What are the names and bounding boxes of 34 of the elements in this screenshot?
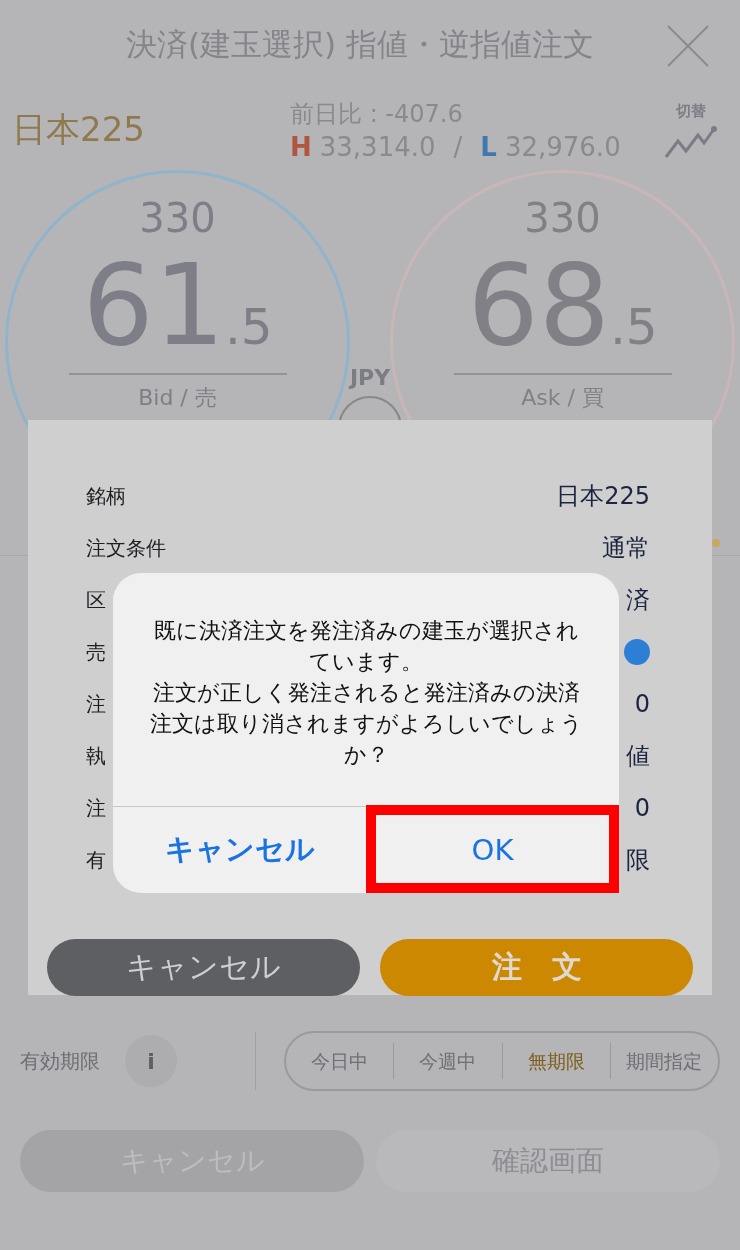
row-label: 区 — [86, 586, 106, 614]
switch-label[interactable]: 切替 — [676, 101, 706, 121]
low-label: L — [480, 132, 497, 162]
close-icon[interactable] — [666, 24, 710, 68]
row-value: 限 — [626, 845, 650, 876]
cancel-button[interactable]: キャンセル — [113, 807, 366, 893]
sell-badge — [624, 639, 650, 665]
currency-label: JPY — [349, 365, 391, 390]
row-label: 注 — [86, 794, 106, 822]
expiry-label: 有効期限 — [20, 1047, 101, 1075]
row-label: 銘柄 — [86, 482, 126, 510]
row-label: 有 — [86, 846, 106, 874]
order-button[interactable]: 注 文 — [380, 939, 693, 996]
row-value: 値 — [626, 741, 650, 772]
row-label: 注文条件 — [86, 534, 166, 562]
expiry-option[interactable]: 期間指定 — [609, 1043, 718, 1079]
alert-message: 既に決済注文を発注済みの建玉が選択されています。 注文が正しく発注されると発注済みの決済注文は取り消されますがよろしいでしょうか？ — [113, 573, 619, 807]
row-label: 執 — [86, 742, 106, 770]
expiry-option[interactable]: 今週中 — [393, 1043, 502, 1079]
symbol-name: 日本225 — [12, 108, 146, 151]
expiry-option[interactable]: 無期限 — [501, 1043, 610, 1079]
row-value: 通常 — [602, 533, 650, 564]
row-label: 売 — [86, 638, 106, 666]
expiry-option[interactable]: 今日中 — [286, 1043, 394, 1079]
high-label: H — [290, 132, 312, 162]
row-value: 0 — [634, 794, 650, 822]
indicator-dot — [712, 539, 720, 547]
info-button[interactable]: i — [125, 1035, 177, 1087]
separator: / — [453, 132, 463, 162]
row-value: 0 — [634, 690, 650, 718]
cancel-button[interactable]: キャンセル — [47, 939, 360, 996]
row-value: 日本225 — [556, 481, 650, 512]
row-value: 済 — [626, 585, 650, 616]
row-label: 注 — [86, 690, 106, 718]
